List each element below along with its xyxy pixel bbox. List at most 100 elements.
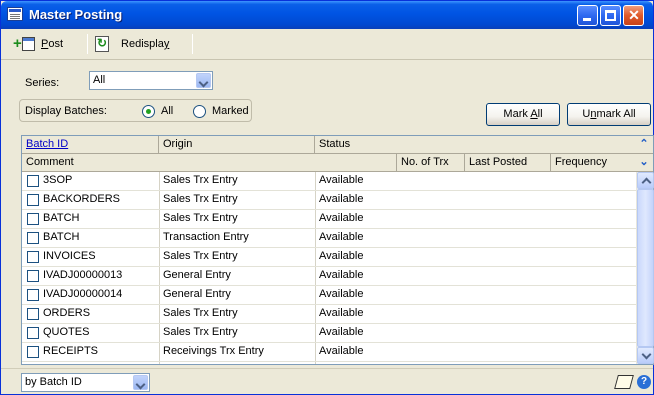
post-icon: +	[13, 36, 35, 52]
scrollbar-thumb[interactable]	[637, 189, 654, 347]
series-select[interactable]: All	[89, 71, 213, 90]
table-row[interactable]: ORDERS Sales Trx Entry Available	[22, 305, 636, 324]
row-checkbox[interactable]	[27, 251, 39, 263]
title-bar[interactable]: Master Posting ✕	[1, 1, 653, 29]
status-cell: Available	[319, 193, 364, 205]
close-icon: ✕	[628, 7, 640, 23]
maximize-button[interactable]	[600, 5, 621, 26]
status-cell: Available	[319, 288, 364, 300]
toolbar: + Post Redisplay	[1, 29, 653, 59]
mark-all-button[interactable]: Mark All	[486, 103, 560, 126]
table-row[interactable]: INVOICES Sales Trx Entry Available	[22, 248, 636, 267]
help-icon[interactable]: ?	[637, 375, 651, 389]
radio-marked[interactable]	[193, 105, 206, 118]
origin-cell: Sales Trx Entry	[163, 193, 238, 205]
post-label: Post	[41, 38, 64, 50]
grid-rows: 3SOP Sales Trx Entry Available BACKORDER…	[22, 172, 636, 364]
minimize-button[interactable]	[577, 5, 598, 26]
batch-id-cell: RECEIPTS	[43, 345, 99, 357]
close-button[interactable]: ✕	[623, 5, 644, 26]
scroll-up-icon[interactable]	[637, 172, 654, 189]
display-batches-label: Display Batches:	[25, 105, 107, 117]
batch-id-cell: IVADJ00000013	[43, 269, 123, 281]
redisplay-icon	[95, 36, 109, 52]
toolbar-divider	[1, 59, 653, 60]
status-cell: Available	[319, 250, 364, 262]
table-row[interactable]: BATCH Transaction Entry Available	[22, 229, 636, 248]
radio-all-label[interactable]: All	[161, 105, 173, 117]
row-checkbox[interactable]	[27, 194, 39, 206]
post-button[interactable]: + Post	[13, 35, 63, 53]
row-checkbox[interactable]	[27, 308, 39, 320]
row-checkbox[interactable]	[27, 327, 39, 339]
status-cell: Available	[319, 307, 364, 319]
row-checkbox[interactable]	[27, 175, 39, 187]
origin-cell: General Entry	[163, 288, 231, 300]
table-row[interactable]: 3SOP Sales Trx Entry Available	[22, 172, 636, 191]
row-checkbox[interactable]	[27, 289, 39, 301]
unmark-all-button[interactable]: Unmark All	[567, 103, 651, 126]
toolbar-separator	[87, 34, 88, 54]
redisplay-button[interactable]: Redisplay	[95, 35, 169, 53]
origin-cell: Sales Trx Entry	[163, 250, 238, 262]
batch-id-cell: QUOTES	[43, 326, 90, 338]
column-header-no-of-trx[interactable]: No. of Trx	[397, 154, 465, 171]
table-row[interactable]: QUOTES Sales Trx Entry Available	[22, 324, 636, 343]
table-row[interactable]: RECEIPTS Receivings Trx Entry Available	[22, 343, 636, 362]
origin-cell: Receivings Trx Entry	[163, 345, 264, 357]
table-row[interactable]: BACKORDERS Sales Trx Entry Available	[22, 191, 636, 210]
collapse-rows-icon[interactable]: ⌃	[636, 136, 652, 153]
column-header-comment[interactable]: Comment	[22, 154, 397, 171]
origin-cell: Sales Trx Entry	[163, 307, 238, 319]
batch-id-cell: 3SOP	[43, 174, 73, 186]
series-value: All	[93, 74, 106, 86]
origin-cell: Sales Trx Entry	[163, 326, 238, 338]
note-icon[interactable]	[614, 375, 634, 389]
status-cell: Available	[319, 174, 364, 186]
status-cell: Available	[319, 326, 364, 338]
chevron-down-icon[interactable]	[196, 73, 211, 88]
row-checkbox[interactable]	[27, 270, 39, 282]
batch-id-cell: INVOICES	[43, 250, 96, 262]
redisplay-label: Redisplay	[121, 38, 170, 50]
column-header-frequency[interactable]: Frequency	[551, 154, 635, 171]
batch-grid: Batch ID Origin Status ⌃ Comment No. of …	[21, 135, 654, 365]
toolbar-separator	[192, 34, 193, 54]
minimize-icon	[583, 18, 591, 21]
table-row[interactable]: IVADJ00000014 General Entry Available	[22, 286, 636, 305]
column-header-status[interactable]: Status	[315, 136, 635, 153]
table-row[interactable]: BATCH Sales Trx Entry Available	[22, 210, 636, 229]
maximize-icon	[605, 10, 616, 21]
batch-id-cell: BACKORDERS	[43, 193, 121, 205]
origin-cell: General Entry	[163, 269, 231, 281]
batch-id-cell: IVADJ00000014	[43, 288, 123, 300]
scroll-down-icon[interactable]	[637, 347, 654, 364]
column-header-batch-id[interactable]: Batch ID	[22, 136, 159, 153]
column-header-last-posted[interactable]: Last Posted	[465, 154, 551, 171]
status-cell: Available	[319, 212, 364, 224]
status-cell: Available	[319, 345, 364, 357]
window-title: Master Posting	[29, 7, 123, 22]
table-row[interactable]: IVADJ00000013 General Entry Available	[22, 267, 636, 286]
status-cell: Available	[319, 231, 364, 243]
origin-cell: Transaction Entry	[163, 231, 249, 243]
row-checkbox[interactable]	[27, 232, 39, 244]
radio-marked-label[interactable]: Marked	[212, 105, 249, 117]
column-header-origin[interactable]: Origin	[159, 136, 315, 153]
sort-select[interactable]: by Batch ID	[21, 373, 150, 392]
radio-all[interactable]	[142, 105, 155, 118]
batch-id-cell: BATCH	[43, 231, 80, 243]
origin-cell: Sales Trx Entry	[163, 174, 238, 186]
sort-value: by Batch ID	[25, 376, 82, 388]
row-checkbox[interactable]	[27, 213, 39, 225]
expand-rows-icon[interactable]: ⌄	[636, 154, 652, 171]
status-bar: by Batch ID ?	[1, 368, 653, 394]
row-checkbox[interactable]	[27, 346, 39, 358]
batch-id-cell: ORDERS	[43, 307, 91, 319]
chevron-down-icon[interactable]	[133, 375, 148, 390]
grid-header-row1: Batch ID Origin Status ⌃	[22, 136, 653, 154]
vertical-scrollbar[interactable]	[636, 172, 654, 364]
series-label: Series:	[25, 77, 60, 89]
status-cell: Available	[319, 269, 364, 281]
batch-id-cell: BATCH	[43, 212, 80, 224]
